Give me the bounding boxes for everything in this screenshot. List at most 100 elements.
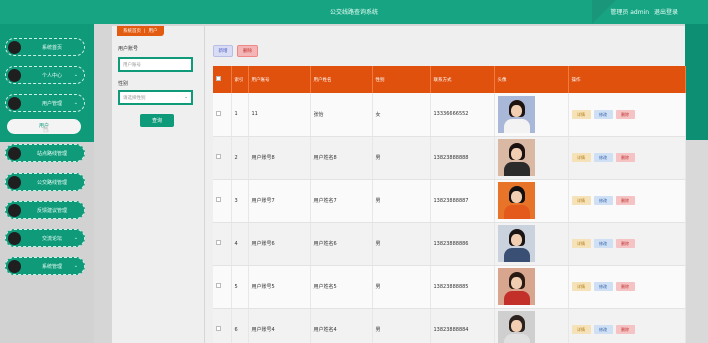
row-select-cell[interactable] — [213, 179, 232, 223]
breadcrumb-home[interactable]: 系统首页 — [123, 29, 141, 34]
detail-button[interactable]: 详情 — [571, 196, 591, 205]
gender-cell: 女 — [372, 93, 431, 137]
gender-select-value: 请选择性别 — [123, 96, 146, 101]
sidebar-item-users[interactable]: 用户管理 ⌄ — [5, 94, 85, 112]
search-button[interactable]: 查询 — [140, 114, 174, 127]
index-cell: 4 — [231, 222, 249, 266]
checkbox[interactable] — [216, 110, 221, 116]
table-row: 4 用户账号6 用户姓名6 男 13823888886 详情 修改 删除 — [213, 222, 686, 266]
checkbox[interactable] — [216, 154, 221, 159]
gender-cell: 男 — [372, 136, 431, 180]
delete-button[interactable]: 删除 — [615, 282, 635, 291]
row-select-cell[interactable] — [213, 265, 232, 309]
sidebar-item-forum[interactable]: 交流论坛 ⌄ — [5, 229, 85, 247]
operations-cell: 详情 修改 删除 — [568, 265, 686, 309]
row-select-cell[interactable] — [213, 308, 232, 343]
sidebar-item-routes[interactable]: 公交路线管理 — [5, 173, 85, 191]
sidebar-item-system[interactable]: 系统管理 ⌄ — [5, 257, 85, 275]
chevron-down-icon: ⌄ — [73, 72, 78, 78]
account-cell: 用户账号5 — [248, 265, 311, 309]
gender-select[interactable]: 请选择性别 ⌄ — [118, 90, 193, 105]
checkbox[interactable] — [216, 283, 221, 288]
operations-cell: 详情 修改 删除 — [568, 222, 686, 266]
row-select-cell[interactable] — [213, 136, 232, 180]
sidebar-item-stations[interactable]: 站点路线管理 — [5, 144, 85, 162]
column-header: 用户账号 — [248, 66, 311, 93]
column-header: 索引 — [231, 66, 249, 93]
checkbox[interactable] — [216, 76, 221, 81]
menu-dot-icon — [8, 41, 21, 54]
gender-cell: 男 — [372, 179, 431, 223]
table-row: 6 用户账号4 用户姓名4 男 13823888884 详情 修改 删除 — [213, 308, 686, 343]
sidebar-item-home[interactable]: 系统首页 — [5, 38, 85, 56]
gender-filter-label: 性别 — [118, 81, 129, 87]
detail-button[interactable]: 详情 — [571, 325, 591, 334]
edit-button[interactable]: 修改 — [593, 325, 613, 334]
column-header: 操作 — [568, 66, 686, 93]
avatar-cell — [494, 136, 569, 180]
gender-cell: 男 — [372, 265, 431, 309]
operations-cell: 详情 修改 删除 — [568, 179, 686, 223]
sidebar-item-profile[interactable]: 个人中心 ⌄ — [5, 66, 85, 84]
operations-cell: 详情 修改 删除 — [568, 136, 686, 180]
avatar — [497, 225, 535, 262]
name-cell: 用户姓名4 — [310, 308, 373, 343]
name-cell: 用户姓名6 — [310, 222, 373, 266]
edit-button[interactable]: 修改 — [593, 153, 613, 162]
logout-link[interactable]: 退出登录 — [654, 9, 678, 16]
detail-button[interactable]: 详情 — [571, 239, 591, 248]
account-cell: 用户账号6 — [248, 222, 311, 266]
phone-cell: 13823888886 — [430, 222, 495, 266]
delete-button[interactable]: 删除 — [615, 109, 635, 119]
column-header: 联系方式 — [430, 66, 495, 93]
column-header: 性别 — [372, 66, 431, 93]
edit-button[interactable]: 修改 — [593, 282, 613, 291]
sidebar-item-label: 交流论坛 — [41, 236, 62, 242]
phone-cell: 13823888887 — [430, 179, 495, 223]
column-header: 头像 — [494, 66, 569, 93]
phone-cell: 13823888885 — [430, 265, 495, 309]
checkbox[interactable] — [216, 240, 221, 245]
top-bar: 公交线路查询系统 管理员 admin 退出登录 — [0, 0, 708, 24]
edit-button[interactable]: 修改 — [593, 196, 613, 205]
checkbox[interactable] — [216, 197, 221, 202]
menu-dot-icon — [8, 97, 21, 110]
checkbox[interactable] — [216, 326, 221, 331]
sidebar-item-label: 个人中心 — [41, 73, 62, 79]
phone-cell: 13823888884 — [430, 308, 495, 343]
delete-button[interactable]: 删除 — [615, 239, 635, 248]
detail-button[interactable]: 详情 — [571, 282, 591, 291]
edit-button[interactable]: 修改 — [593, 239, 613, 248]
table-row: 2 用户账号8 用户姓名8 男 13823888888 详情 修改 删除 — [213, 136, 686, 180]
table-header-row: 索引 用户账号 用户姓名 性别 联系方式 头像 操作 — [213, 66, 686, 93]
admin-label: 管理员 admin — [610, 9, 650, 16]
delete-button[interactable]: 删除 — [615, 153, 635, 162]
table-row: 1 11 张怡女 13336666552 详情 修改 删除 — [213, 93, 686, 137]
select-all-header[interactable] — [213, 66, 232, 93]
index-cell: 3 — [231, 179, 249, 223]
delete-button[interactable]: 删除 — [615, 325, 635, 334]
breadcrumb-current: 用户 — [148, 29, 158, 34]
sidebar-item-label: 公交路线管理 — [36, 180, 67, 186]
sidebar-item-label: 系统管理 — [41, 264, 62, 270]
edit-button[interactable]: 修改 — [593, 109, 613, 119]
add-button[interactable]: 新增 — [213, 45, 233, 57]
right-edge-band — [685, 24, 708, 343]
row-select-cell[interactable] — [213, 93, 232, 137]
batch-delete-button[interactable]: 删除 — [237, 45, 258, 57]
name-cell: 用户姓名7 — [310, 179, 373, 223]
sidebar-item-feedback[interactable]: 反馈建议管理 — [5, 201, 85, 219]
hand-cursor-icon: ☝ — [43, 125, 49, 135]
avatar-cell — [494, 222, 569, 266]
index-cell: 6 — [231, 308, 249, 343]
user-area: 管理员 admin 退出登录 — [607, 7, 678, 16]
account-cell: 用户账号4 — [248, 308, 311, 343]
delete-button[interactable]: 删除 — [615, 196, 635, 205]
menu-dot-icon — [8, 147, 21, 160]
detail-button[interactable]: 详情 — [571, 109, 591, 119]
account-search-input[interactable]: 用户账号 — [118, 57, 193, 72]
row-select-cell[interactable] — [213, 222, 232, 266]
detail-button[interactable]: 详情 — [571, 153, 591, 162]
name-cell: 张怡 — [310, 93, 373, 137]
index-cell: 2 — [231, 136, 249, 180]
